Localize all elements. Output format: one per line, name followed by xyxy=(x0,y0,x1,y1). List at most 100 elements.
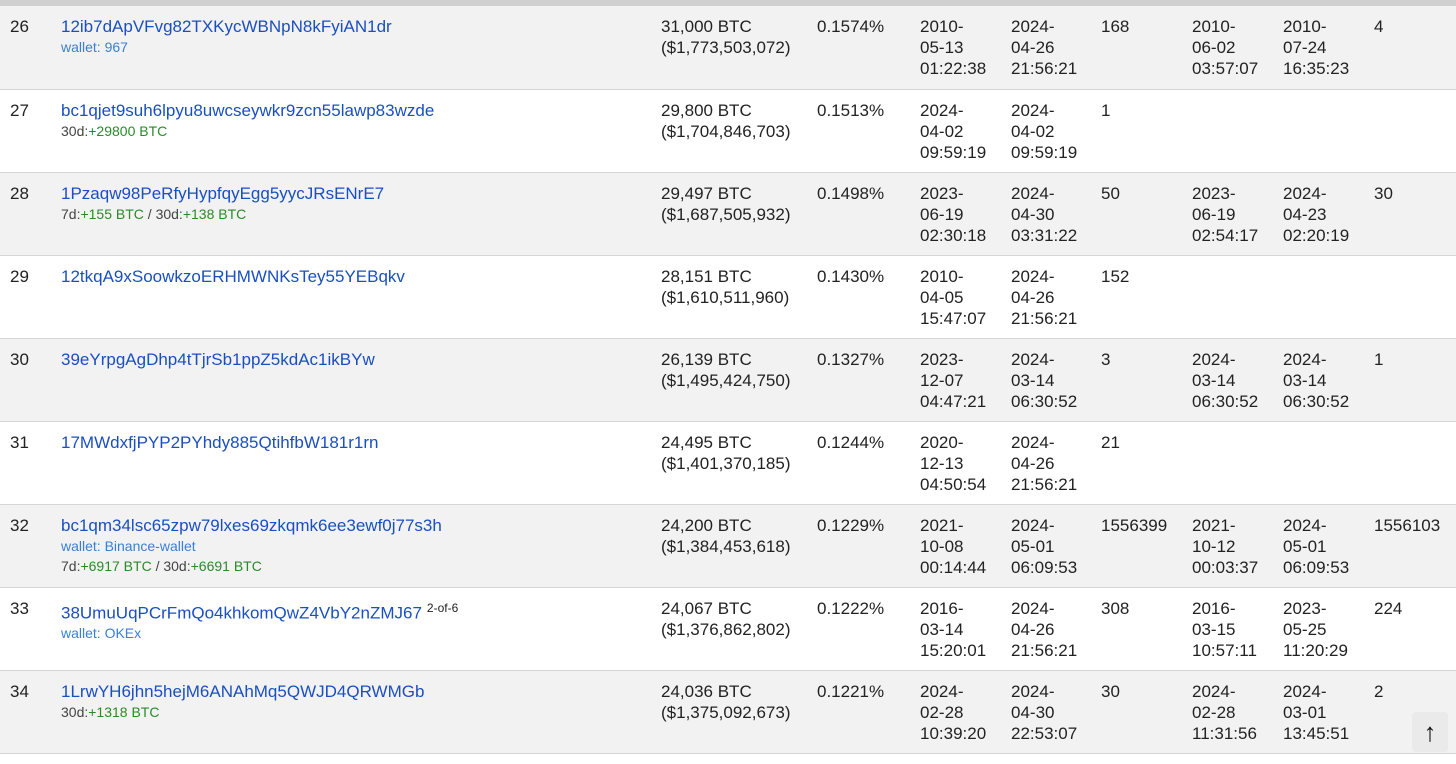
first-in-cell-time: 15:47:07 xyxy=(920,308,987,328)
address-cell: 39eYrpgAgDhp4tTjrSb1ppZ5kdAc1ikBYw xyxy=(61,338,661,422)
address-link[interactable]: 12ib7dApVFvg82TXKycWBNpN8kFyiAN1dr xyxy=(61,17,392,36)
address-link[interactable]: 17MWdxfjPYP2PYhdy885QtihfbW181r1rn xyxy=(61,433,379,452)
last-in-cell-time: 06:09:53 xyxy=(1011,557,1078,577)
last-in-cell-day: 04-30 xyxy=(1011,702,1055,722)
scroll-to-top-button[interactable]: ↑ xyxy=(1412,712,1448,752)
address-cell: 1LrwYH6jhn5hejM6ANAhMq5QWJD4QRWMGb 30d:+1… xyxy=(61,670,661,754)
wallet-link[interactable]: wallet: Binance-wallet xyxy=(61,536,661,556)
last-in-cell-year: 2024- xyxy=(1011,266,1055,286)
percent-cell: 0.1430% xyxy=(817,255,920,339)
last-in-cell-time: 21:56:21 xyxy=(1011,474,1078,494)
first-in-cell: 2023- 12-07 04:47:21 xyxy=(920,338,1011,422)
address-link[interactable]: 1LrwYH6jhn5hejM6ANAhMq5QWJD4QRWMGb xyxy=(61,682,424,701)
address-link[interactable]: 12tkqA9xSoowkzoERHMWNKsTey55YEBqkv xyxy=(61,267,405,286)
first-out-cell-day: 02-28 xyxy=(1192,702,1236,722)
last-in-cell: 2024- 05-01 06:09:53 xyxy=(1011,504,1101,588)
address-link[interactable]: bc1qjet9suh6lpyu8uwcseywkr9zcn55lawp83wz… xyxy=(61,101,434,120)
first-in-cell-day: 04-02 xyxy=(920,121,964,141)
first-out-cell-day: 03-15 xyxy=(1192,619,1236,639)
percent-cell: 0.1498% xyxy=(817,172,920,256)
last-in-cell-year: 2024- xyxy=(1011,349,1055,369)
last-out-cell-year: 2024- xyxy=(1283,681,1327,701)
first-out-cell xyxy=(1192,89,1283,173)
last-in-cell-time: 03:31:22 xyxy=(1011,225,1078,245)
change-value: +138 BTC xyxy=(182,205,247,222)
last-in-cell-time: 21:56:21 xyxy=(1011,59,1078,78)
first-in-cell-time: 10:39:20 xyxy=(920,723,987,743)
balance-cell: 29,497 BTC ($1,687,505,932) xyxy=(661,172,817,256)
balance-cell: 24,036 BTC ($1,375,092,673) xyxy=(661,670,817,754)
first-out-cell-time: 10:57:11 xyxy=(1192,640,1257,660)
last-out-cell-day: 05-01 xyxy=(1283,536,1327,556)
ins-cell: 152 xyxy=(1101,255,1192,339)
rank-cell: 33 xyxy=(0,587,61,671)
ins-cell: 30 xyxy=(1101,670,1192,754)
last-out-cell-year: 2024- xyxy=(1283,349,1327,369)
last-out-cell-time: 06:09:53 xyxy=(1283,557,1350,577)
last-in-cell-time: 21:56:21 xyxy=(1011,308,1078,328)
last-in-cell: 2024- 04-30 03:31:22 xyxy=(1011,172,1101,256)
last-out-cell-year: 2010- xyxy=(1283,17,1327,36)
last-out-cell: 2023- 05-25 11:20:29 xyxy=(1283,587,1374,671)
last-in-cell-day: 03-14 xyxy=(1011,370,1055,390)
last-in-cell-day: 04-02 xyxy=(1011,121,1055,141)
first-in-cell-year: 2021- xyxy=(920,515,964,535)
outs-cell: 1556103 xyxy=(1374,504,1456,588)
address-link[interactable]: 39eYrpgAgDhp4tTjrSb1ppZ5kdAc1ikBYw xyxy=(61,350,375,369)
table-row: 28 1Pzaqw98PeRfyHypfqyEgg5yycJRsENrE7 7d:+… xyxy=(0,172,1456,256)
change-value: +6691 BTC xyxy=(190,557,262,574)
balance-usd: ($1,773,503,072) xyxy=(661,38,791,57)
ins-cell: 50 xyxy=(1101,172,1192,256)
change-value: +29800 BTC xyxy=(88,122,168,139)
ins-cell: 3 xyxy=(1101,338,1192,422)
first-out-cell-day: 10-12 xyxy=(1192,536,1236,556)
first-in-cell-year: 2016- xyxy=(920,598,964,618)
balance-btc: 24,036 BTC xyxy=(661,681,752,701)
balance-btc: 26,139 BTC xyxy=(661,349,752,369)
outs-cell: 224 xyxy=(1374,587,1456,671)
multisig-label: 2-of-6 xyxy=(426,600,459,615)
wallet-link[interactable]: wallet: 967 xyxy=(61,37,661,57)
balance-btc: 24,067 BTC xyxy=(661,598,752,618)
table-row: 34 1LrwYH6jhn5hejM6ANAhMq5QWJD4QRWMGb 30d:… xyxy=(0,670,1456,754)
last-in-cell-day: 04-26 xyxy=(1011,453,1055,473)
last-out-cell-day: 03-14 xyxy=(1283,370,1327,390)
first-in-cell: 2021- 10-08 00:14:44 xyxy=(920,504,1011,588)
table-row: 32 bc1qm34lsc65zpw79lxes69zkqmk6ee3ewf0j7… xyxy=(0,504,1456,588)
first-in-cell-time: 09:59:19 xyxy=(920,142,987,162)
change-value: +6917 BTC xyxy=(80,557,152,574)
table-row: 33 38UmuUqPCrFmQo4khkomQwZ4VbY2nZMJ67 2-of… xyxy=(0,587,1456,671)
balance-change: 7d:+6917 BTC / 30d:+6691 BTC xyxy=(61,556,661,576)
first-in-cell-time: 00:14:44 xyxy=(920,557,987,577)
first-in-cell: 2010- 04-05 15:47:07 xyxy=(920,255,1011,339)
address-link[interactable]: 1Pzaqw98PeRfyHypfqyEgg5yycJRsENrE7 xyxy=(61,184,384,203)
first-out-cell-day: 06-02 xyxy=(1192,38,1236,57)
outs-cell: 30 xyxy=(1374,172,1456,256)
change-label: 30d: xyxy=(155,205,183,222)
first-out-cell: 2016- 03-15 10:57:11 xyxy=(1192,587,1283,671)
last-in-cell: 2024- 04-30 22:53:07 xyxy=(1011,670,1101,754)
address-link[interactable]: 38UmuUqPCrFmQo4khkomQwZ4VbY2nZMJ67 xyxy=(61,603,422,622)
last-in-cell: 2024- 04-26 21:56:21 xyxy=(1011,255,1101,339)
balance-btc: 24,495 BTC xyxy=(661,432,752,452)
first-out-cell-time: 11:31:56 xyxy=(1192,723,1257,743)
first-in-cell-day: 10-08 xyxy=(920,536,964,556)
rank-cell: 28 xyxy=(0,172,61,256)
last-out-cell-day: 07-24 xyxy=(1283,38,1327,57)
outs-cell: 1 xyxy=(1374,338,1456,422)
balance-change: 30d:+1318 BTC xyxy=(61,702,661,722)
last-in-cell-year: 2024- xyxy=(1011,681,1055,701)
rank-cell: 27 xyxy=(0,89,61,173)
balance-btc: 29,800 BTC xyxy=(661,100,752,120)
rank-cell: 29 xyxy=(0,255,61,339)
balance-cell: 26,139 BTC ($1,495,424,750) xyxy=(661,338,817,422)
last-in-cell: 2024- 04-02 09:59:19 xyxy=(1011,89,1101,173)
first-out-cell: 2024- 03-14 06:30:52 xyxy=(1192,338,1283,422)
wallet-link[interactable]: wallet: OKEx xyxy=(61,623,661,643)
address-link[interactable]: bc1qm34lsc65zpw79lxes69zkqmk6ee3ewf0j77s… xyxy=(61,516,442,535)
first-in-cell-year: 2024- xyxy=(920,100,964,120)
address-cell: 12ib7dApVFvg82TXKycWBNpN8kFyiAN1dr wallet… xyxy=(61,6,661,90)
change-value: +155 BTC xyxy=(80,205,144,222)
last-in-cell-day: 04-30 xyxy=(1011,204,1055,224)
last-out-cell: 2024- 05-01 06:09:53 xyxy=(1283,504,1374,588)
